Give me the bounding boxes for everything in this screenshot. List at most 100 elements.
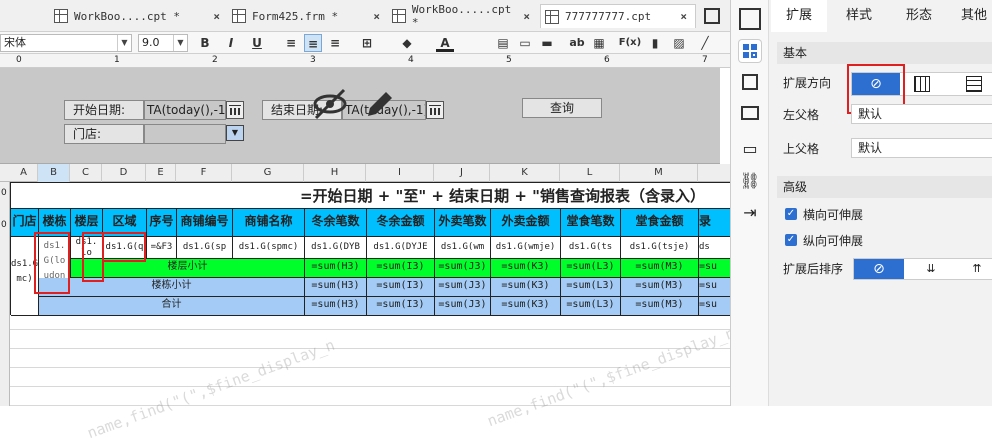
close-icon[interactable]: × (213, 10, 228, 23)
store-select[interactable] (144, 124, 226, 144)
align-right-icon[interactable]: ≡ (326, 34, 344, 52)
data-cell[interactable]: =sum(H3) (305, 297, 367, 316)
grand-total-label[interactable]: 合计 (39, 297, 305, 316)
col-header[interactable]: L (560, 164, 620, 182)
cell-element-icon[interactable] (739, 8, 761, 30)
basic-section-header[interactable]: 基本 (777, 42, 992, 64)
col-header[interactable]: M (620, 164, 698, 182)
data-cell[interactable]: =su (699, 278, 731, 297)
header-cell[interactable]: 堂食笔数 (561, 209, 621, 237)
col-header[interactable]: G (232, 164, 304, 182)
data-cell[interactable]: =sum(I3) (367, 259, 435, 278)
tab-active-cpt[interactable]: 777777777.cpt × (540, 4, 696, 28)
underline-button[interactable]: U (248, 34, 266, 52)
horizontal-expand-icon[interactable] (966, 76, 982, 92)
col-header[interactable]: K (490, 164, 560, 182)
fill-color-icon[interactable]: ◆ (398, 34, 416, 52)
tab-form[interactable]: Form425.frm * × (228, 4, 388, 28)
calendar-icon[interactable] (426, 101, 444, 119)
font-color-button[interactable]: A (436, 34, 454, 52)
chart-icon[interactable]: ▮ (646, 34, 664, 52)
link-icon[interactable]: ⛓ (739, 170, 761, 192)
insert-cell-icon[interactable]: ▭ (516, 34, 534, 52)
left-parent-select[interactable]: 默认 (851, 104, 992, 124)
data-cell[interactable]: =sum(H3) (305, 278, 367, 297)
insert-row-icon[interactable]: ▬ (538, 34, 556, 52)
v-stretch-checkbox[interactable]: ✓ (785, 234, 797, 246)
vertical-expand-icon[interactable] (914, 76, 930, 92)
col-header[interactable]: I (366, 164, 434, 182)
report-title-cell[interactable]: =开始日期 + "至" + 结束日期 + "销售查询报表（含录入） (11, 183, 731, 209)
data-cell[interactable]: ds1.G(wm (435, 237, 491, 259)
data-cell[interactable]: =&F3 (147, 237, 177, 259)
data-cell[interactable]: ds (699, 237, 731, 259)
advanced-section-header[interactable]: 高级 (777, 176, 992, 198)
no-sort-icon[interactable]: ⊘ (854, 259, 904, 279)
col-header[interactable]: J (434, 164, 490, 182)
data-cell[interactable]: =sum(J3) (435, 259, 491, 278)
tab-shape[interactable]: 形态 (891, 0, 947, 32)
font-size-select[interactable]: 9.0 ▼ (138, 34, 188, 52)
header-cell[interactable]: 冬余金额 (367, 209, 435, 237)
header-cell[interactable]: 冬余笔数 (305, 209, 367, 237)
close-icon[interactable]: × (373, 10, 388, 23)
data-cell[interactable]: ds1.G(spmc) (233, 237, 305, 259)
sort-ascending-icon[interactable]: ⇊ (916, 259, 946, 279)
header-cell[interactable]: 录 (699, 209, 731, 237)
tab-workbook-2[interactable]: WorkBoo.....cpt * × (388, 3, 538, 29)
data-cell[interactable]: =sum(J3) (435, 297, 491, 316)
slash-icon[interactable]: ╱ (696, 34, 714, 52)
data-cell[interactable]: =sum(L3) (561, 259, 621, 278)
close-icon[interactable]: × (523, 10, 538, 23)
col-header[interactable]: B (38, 164, 70, 182)
formula-button[interactable]: F(x) (618, 34, 642, 52)
col-header[interactable]: E (146, 164, 176, 182)
calendar-icon[interactable] (226, 101, 244, 119)
header-cell[interactable]: 外卖笔数 (435, 209, 491, 237)
insert-grid-icon[interactable]: ▦ (590, 34, 608, 52)
data-cell[interactable]: ds1.G(DYJE (367, 237, 435, 259)
border-icon[interactable]: ⊞ (358, 34, 376, 52)
tab-menu-icon[interactable] (704, 8, 720, 24)
top-parent-select[interactable]: 默认 (851, 138, 992, 158)
data-cell[interactable]: =sum(L3) (561, 297, 621, 316)
data-cell[interactable]: =sum(I3) (367, 278, 435, 297)
data-cell[interactable]: ds1.G(wmje) (491, 237, 561, 259)
float-element-icon[interactable] (742, 74, 758, 90)
data-cell[interactable]: =sum(L3) (561, 278, 621, 297)
data-cell[interactable]: =sum(M3) (621, 297, 699, 316)
cell-attributes-icon[interactable] (739, 40, 761, 62)
data-cell[interactable]: =sum(M3) (621, 278, 699, 297)
data-cell[interactable]: =sum(M3) (621, 259, 699, 278)
tab-style[interactable]: 样式 (831, 0, 887, 32)
query-button[interactable]: 查询 (522, 98, 602, 118)
data-cell[interactable]: ds1.G(sp (177, 237, 233, 259)
tab-expand[interactable]: 扩展 (771, 0, 827, 32)
h-stretch-checkbox[interactable]: ✓ (785, 208, 797, 220)
data-cell[interactable]: ds1.G(ts (561, 237, 621, 259)
picture-icon[interactable]: ▨ (670, 34, 688, 52)
insert-text-button[interactable]: ab (566, 34, 588, 52)
data-cell[interactable]: ds1.G(DYB (305, 237, 367, 259)
col-header[interactable]: C (70, 164, 102, 182)
bold-button[interactable]: B (196, 34, 214, 52)
close-icon[interactable]: × (680, 10, 695, 23)
data-cell[interactable]: =su (699, 297, 731, 316)
header-cell[interactable]: 外卖金额 (491, 209, 561, 237)
col-header[interactable]: A (10, 164, 38, 182)
align-left-icon[interactable]: ≡ (282, 34, 300, 52)
header-cell[interactable]: 序号 (147, 209, 177, 237)
data-cell[interactable]: =sum(K3) (491, 297, 561, 316)
tab-other[interactable]: 其他 (951, 0, 992, 32)
col-header[interactable]: F (176, 164, 232, 182)
data-cell[interactable]: =sum(I3) (367, 297, 435, 316)
header-cell[interactable]: 商铺编号 (177, 209, 233, 237)
start-date-field[interactable]: TA(today(),-1) (144, 100, 226, 120)
header-cell[interactable]: 堂食金额 (621, 209, 699, 237)
data-cell[interactable]: =su (699, 259, 731, 278)
data-cell[interactable]: =sum(J3) (435, 278, 491, 297)
data-cell[interactable]: =sum(K3) (491, 259, 561, 278)
align-center-icon[interactable]: ≡ (304, 34, 322, 52)
chevron-down-icon[interactable]: ▼ (226, 125, 244, 141)
insert-image-icon[interactable]: ▤ (494, 34, 512, 52)
